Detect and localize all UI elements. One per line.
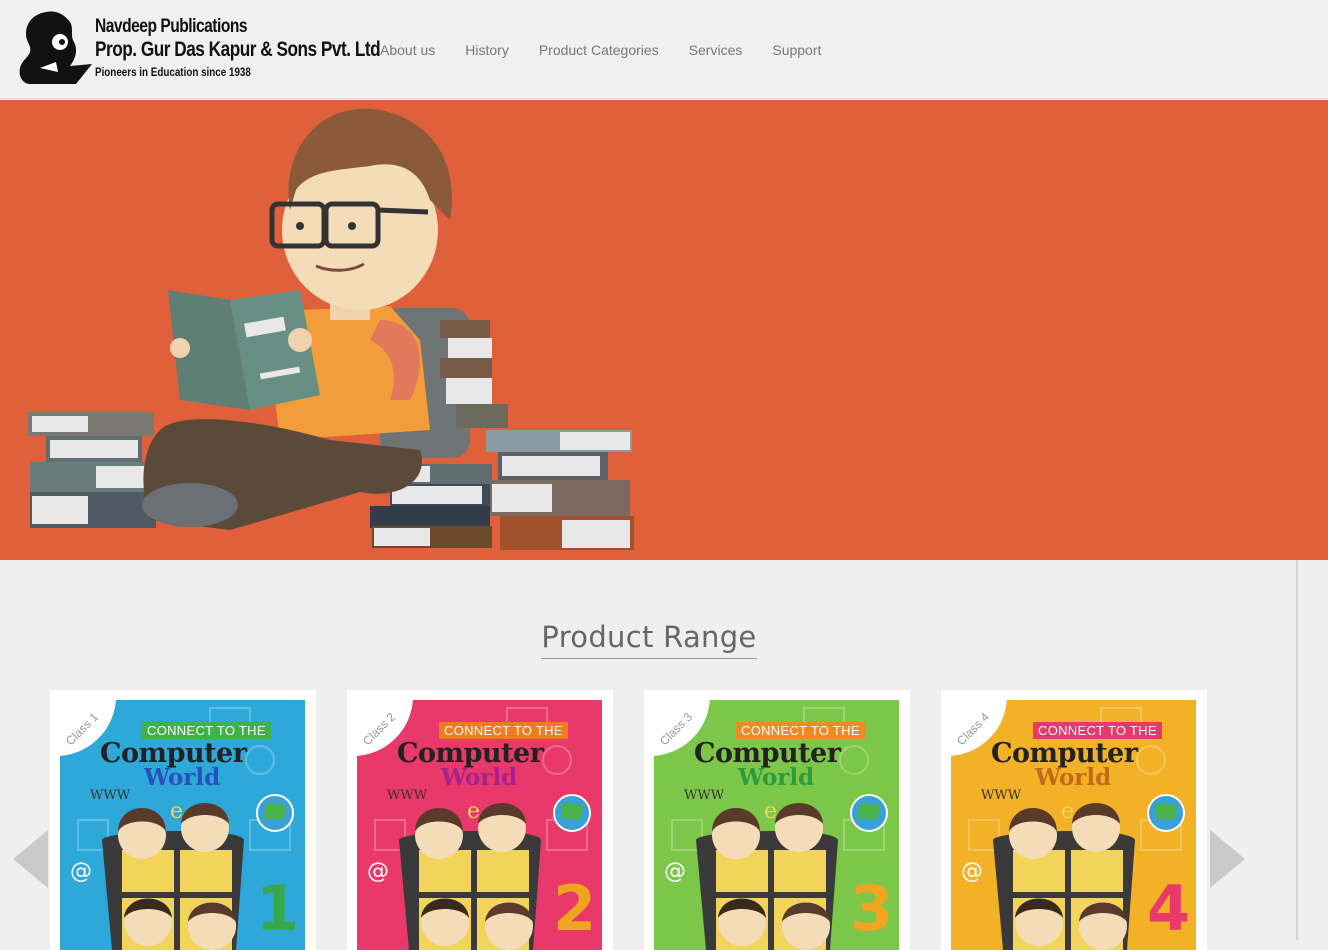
www-label: WWW <box>387 788 428 803</box>
svg-text:@: @ <box>367 859 389 884</box>
www-label: WWW <box>981 788 1022 803</box>
www-label: WWW <box>90 788 131 803</box>
logo-icon[interactable] <box>16 8 96 88</box>
series-subtitle: World <box>1035 764 1112 791</box>
svg-text:@: @ <box>70 859 92 884</box>
nav-support[interactable]: Support <box>772 42 821 58</box>
carousel-prev-arrow-icon[interactable] <box>13 830 48 888</box>
product-card[interactable]: @ e Class 2 CONNECT TO THE Computer Worl… <box>347 690 613 950</box>
book-cover[interactable]: @ e Class 2 CONNECT TO THE Computer Worl… <box>357 700 602 950</box>
series-subtitle: World <box>441 764 518 791</box>
series-subtitle: World <box>738 764 815 791</box>
brand-tagline: Pioneers in Education since 1938 <box>95 65 251 79</box>
class-number: 1 <box>256 872 300 945</box>
brand-line-2: Prop. Gur Das Kapur & Sons Pvt. Ltd <box>95 38 381 61</box>
series-top-label: CONNECT TO THE <box>142 722 271 739</box>
product-card[interactable]: @ e Class 4 CONNECT TO THE Computer Worl… <box>941 690 1207 950</box>
section-title: Product Range <box>541 620 757 659</box>
class-number: 4 <box>1147 872 1191 945</box>
nav-about-us[interactable]: About us <box>380 42 435 58</box>
svg-text:e: e <box>467 799 480 824</box>
product-range-section: Product Range @ e Class 1 CONNECT TO THE… <box>0 560 1298 950</box>
student-reading-illustration <box>28 108 634 550</box>
svg-text:e: e <box>1061 799 1074 824</box>
site-header: Navdeep Publications Prop. Gur Das Kapur… <box>0 0 1328 99</box>
series-top-label: CONNECT TO THE <box>736 722 865 739</box>
hero-banner <box>0 100 1328 560</box>
class-number: 2 <box>553 872 597 945</box>
book-cover[interactable]: @ e Class 4 CONNECT TO THE Computer Worl… <box>951 700 1196 950</box>
book-stack-left-icon <box>28 412 156 528</box>
product-card[interactable]: @ e Class 3 CONNECT TO THE Computer Worl… <box>644 690 910 950</box>
carousel-next-arrow-icon[interactable] <box>1210 830 1245 888</box>
book-cover[interactable]: @ e Class 3 CONNECT TO THE Computer Worl… <box>654 700 899 950</box>
book-cover[interactable]: @ e Class 1 CONNECT TO THE Computer Worl… <box>60 700 305 950</box>
nav-product-categories[interactable]: Product Categories <box>539 42 659 58</box>
series-top-label: CONNECT TO THE <box>439 722 568 739</box>
www-label: WWW <box>684 788 725 803</box>
svg-text:@: @ <box>961 859 983 884</box>
class-number: 3 <box>850 872 894 945</box>
main-nav: About us History Product Categories Serv… <box>380 42 851 58</box>
series-top-label: CONNECT TO THE <box>1033 722 1162 739</box>
svg-text:e: e <box>170 799 183 824</box>
series-subtitle: World <box>144 764 221 791</box>
svg-text:e: e <box>764 799 777 824</box>
svg-text:@: @ <box>664 859 686 884</box>
product-card[interactable]: @ e Class 1 CONNECT TO THE Computer Worl… <box>50 690 316 950</box>
nav-services[interactable]: Services <box>689 42 743 58</box>
brand-line-1: Navdeep Publications <box>95 16 248 37</box>
nav-history[interactable]: History <box>465 42 509 58</box>
